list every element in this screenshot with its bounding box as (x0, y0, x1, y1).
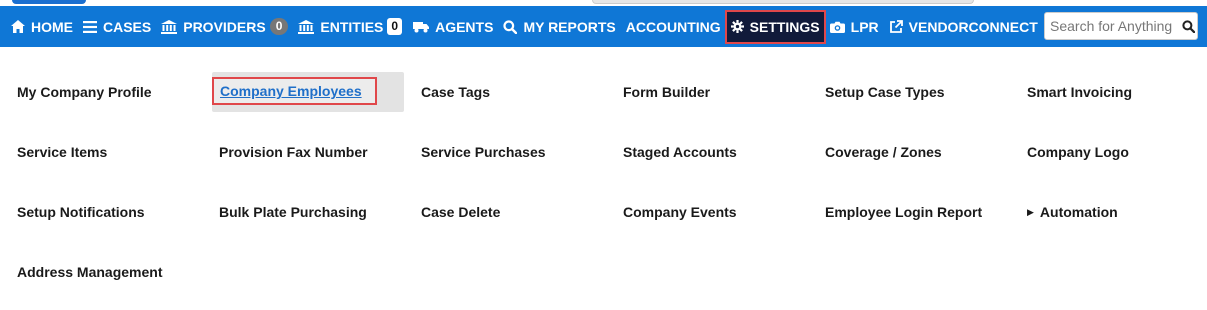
menu-item-case-delete[interactable]: Case Delete (421, 186, 500, 238)
menu-item-staged-accounts[interactable]: Staged Accounts (623, 126, 737, 178)
menu-item-provision-fax-number[interactable]: Provision Fax Number (219, 126, 368, 178)
home-icon (11, 20, 25, 33)
top-tab-fragment (12, 0, 86, 4)
providers-count-badge: 0 (269, 18, 289, 35)
caret-right-icon: ▶ (1027, 206, 1034, 217)
nav-lpr-label: LPR (850, 18, 879, 35)
menu-item-case-tags[interactable]: Case Tags (421, 66, 490, 118)
menu-item-setup-case-types[interactable]: Setup Case Types (825, 66, 945, 118)
truck-icon (413, 21, 430, 33)
nav-home-label: HOME (31, 18, 73, 35)
nav-providers[interactable]: PROVIDERS 0 (161, 6, 289, 47)
menu-item-my-company-profile[interactable]: My Company Profile (17, 66, 152, 118)
search-icon[interactable] (1182, 19, 1195, 33)
nav-agents-label: AGENTS (435, 18, 494, 35)
gear-icon (730, 20, 744, 33)
top-bar-fragment (592, 0, 974, 4)
nav-settings[interactable]: SETTINGS (724, 9, 826, 44)
menu-item-company-employees[interactable]: Company Employees (212, 77, 377, 105)
menu-item-form-builder[interactable]: Form Builder (623, 66, 710, 118)
nav-accounting-label: ACCOUNTING (625, 18, 721, 35)
nav-cases[interactable]: CASES (83, 6, 151, 47)
bank-icon (298, 19, 315, 34)
menu-item-address-management[interactable]: Address Management (17, 246, 162, 298)
bank-icon (161, 19, 178, 34)
menu-item-bulk-plate-purchasing[interactable]: Bulk Plate Purchasing (219, 186, 367, 238)
menu-item-service-purchases[interactable]: Service Purchases (421, 126, 546, 178)
search-icon (503, 19, 518, 34)
nav-settings-label: SETTINGS (749, 18, 820, 35)
menu-item-service-items[interactable]: Service Items (17, 126, 107, 178)
nav-lpr[interactable]: LPR (829, 6, 879, 47)
menu-item-automation[interactable]: ▶ Automation (1027, 186, 1118, 238)
search-input[interactable] (1045, 17, 1182, 35)
menu-item-employee-login-report[interactable]: Employee Login Report (825, 186, 982, 238)
external-link-icon (889, 19, 903, 34)
menu-item-company-events[interactable]: Company Events (623, 186, 737, 238)
global-search (1044, 12, 1198, 40)
menu-row: Service Items Provision Fax Number Servi… (0, 126, 1207, 178)
menu-item-automation-label: Automation (1039, 204, 1118, 220)
menu-item-company-logo[interactable]: Company Logo (1027, 126, 1129, 178)
camera-icon (829, 21, 845, 33)
top-strip (0, 0, 1207, 5)
nav-vendorconnect[interactable]: VENDORCONNECT (889, 6, 1038, 47)
nav-providers-label: PROVIDERS (183, 18, 266, 35)
nav-entities-label: ENTITIES (320, 18, 384, 35)
nav-home[interactable]: HOME (11, 6, 73, 47)
nav-accounting[interactable]: ACCOUNTING (626, 6, 721, 47)
nav-my-reports-label: MY REPORTS (523, 18, 616, 35)
menu-item-setup-notifications[interactable]: Setup Notifications (17, 186, 145, 238)
menu-item-coverage-zones[interactable]: Coverage / Zones (825, 126, 942, 178)
nav-agents[interactable]: AGENTS (413, 6, 493, 47)
menu-item-smart-invoicing[interactable]: Smart Invoicing (1027, 66, 1132, 118)
nav-vendorconnect-label: VENDORCONNECT (908, 18, 1038, 35)
menu-row: Setup Notifications Bulk Plate Purchasin… (0, 186, 1207, 238)
menu-row: My Company Profile Company Employees Cas… (0, 66, 1207, 118)
menu-row: Address Management (0, 246, 1207, 298)
entities-count-badge: 0 (387, 18, 403, 35)
nav-cases-label: CASES (103, 18, 152, 35)
nav-my-reports[interactable]: MY REPORTS (503, 6, 616, 47)
list-icon (83, 20, 97, 33)
main-navbar: HOME CASES PROVIDERS 0 ENTITIES 0 AGENTS… (0, 6, 1207, 47)
nav-entities[interactable]: ENTITIES 0 (298, 6, 403, 47)
